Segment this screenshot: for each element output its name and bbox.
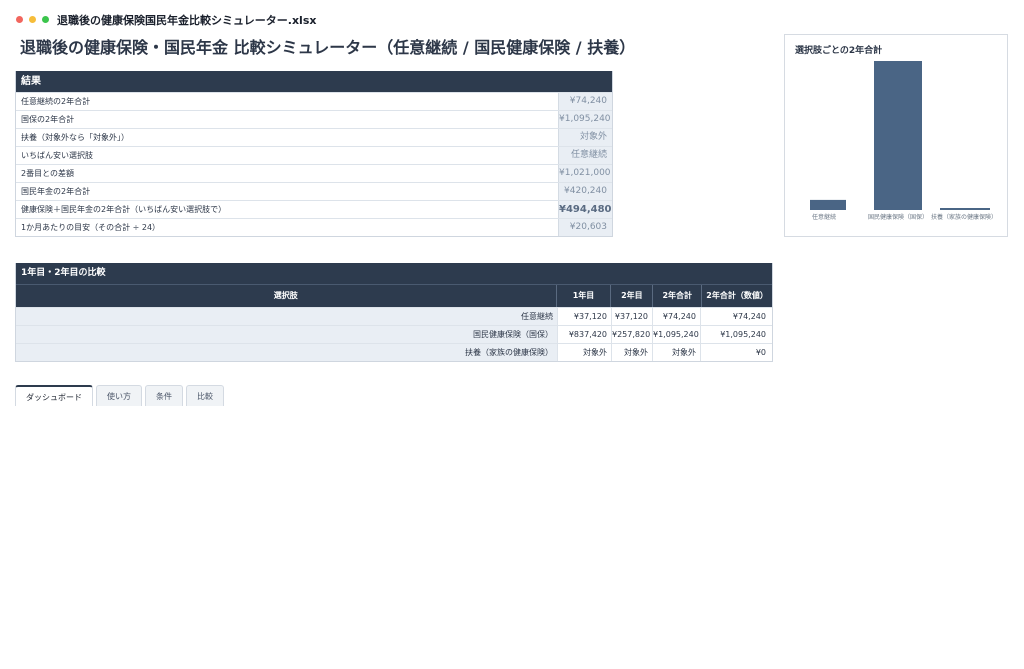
results-value[interactable]: ¥1,095,240 [558, 111, 612, 128]
title-bar: 退職後の健康保険国民年金比較シミュレーター.xlsx [0, 10, 1024, 30]
tab-dashboard[interactable]: ダッシュボード [15, 385, 93, 406]
bar-chart: 任意継続 国民健康保険（国保） 扶養（家族の健康保険） [810, 61, 997, 221]
table-row: 扶養（家族の健康保険） 対象外 対象外 対象外 ¥0 [16, 343, 772, 361]
results-label: 国民年金の2年合計 [21, 187, 91, 196]
table-cell[interactable]: ¥0 [700, 344, 770, 361]
results-row: 任意継続の2年合計 ¥74,240 [16, 92, 612, 110]
results-label: 健康保険＋国民年金の2年合計（いちばん安い選択肢で） [21, 205, 227, 214]
results-label: 1か月あたりの目安（その合計 ÷ 24） [21, 223, 161, 232]
minimize-window-button[interactable] [29, 16, 36, 23]
table-cell[interactable]: 対象外 [611, 344, 652, 361]
table-cell[interactable]: ¥37,120 [611, 308, 652, 325]
table-cell[interactable]: 国民健康保険（国保） [16, 326, 557, 343]
results-value-total[interactable]: ¥494,480 [558, 201, 612, 218]
results-value[interactable]: 対象外 [558, 129, 612, 146]
sheet-tabs: ダッシュボード 使い方 条件 比較 [15, 385, 227, 406]
table-cell[interactable]: ¥1,095,240 [652, 326, 700, 343]
results-header: 結果 [16, 71, 612, 92]
results-table: 結果 任意継続の2年合計 ¥74,240 国保の2年合計 ¥1,095,240 … [15, 71, 613, 237]
results-value[interactable]: ¥74,240 [558, 93, 612, 110]
results-value[interactable]: ¥1,021,000 [558, 165, 612, 182]
results-label: 国保の2年合計 [21, 115, 75, 124]
table-cell[interactable]: ¥37,120 [557, 308, 611, 325]
results-row: 国保の2年合計 ¥1,095,240 [16, 110, 612, 128]
table-cell[interactable]: 扶養（家族の健康保険） [16, 344, 557, 361]
column-header: 2年合計（数値） [701, 285, 772, 307]
chart-panel[interactable]: 選択肢ごとの2年合計 任意継続 国民健康保険（国保） 扶養（家族の健康保険） [784, 34, 1008, 237]
results-row: 2番目との差額 ¥1,021,000 [16, 164, 612, 182]
table-cell[interactable]: ¥257,820 [611, 326, 652, 343]
results-row: 国民年金の2年合計 ¥420,240 [16, 182, 612, 200]
table-cell[interactable]: ¥837,420 [557, 326, 611, 343]
table-cell[interactable]: ¥1,095,240 [700, 326, 770, 343]
tab-usage[interactable]: 使い方 [96, 385, 142, 406]
x-tick-label: 扶養（家族の健康保険） [931, 213, 997, 221]
column-header: 1年目 [555, 285, 611, 307]
column-header: 2年目 [610, 285, 652, 307]
comparison-header: 1年目・2年目の比較 [16, 263, 772, 284]
results-label: 扶養（対象外なら「対象外」） [21, 133, 129, 142]
results-value[interactable]: ¥420,240 [558, 183, 612, 200]
tab-conditions[interactable]: 条件 [145, 385, 183, 406]
results-row: 扶養（対象外なら「対象外」） 対象外 [16, 128, 612, 146]
results-value[interactable]: 任意継続 [558, 147, 612, 164]
window-filename: 退職後の健康保険国民年金比較シミュレーター.xlsx [57, 14, 317, 27]
comparison-table: 1年目・2年目の比較 選択肢 1年目 2年目 2年合計 2年合計（数値） 任意継… [15, 263, 773, 362]
table-cell[interactable]: 対象外 [557, 344, 611, 361]
results-row: いちばん安い選択肢 任意継続 [16, 146, 612, 164]
x-tick-label: 国民健康保険（国保） [868, 213, 928, 221]
results-label: いちばん安い選択肢 [21, 151, 93, 160]
close-window-button[interactable] [16, 16, 23, 23]
zoom-window-button[interactable] [42, 16, 49, 23]
results-value[interactable]: ¥20,603 [558, 219, 612, 236]
table-row: 任意継続 ¥37,120 ¥37,120 ¥74,240 ¥74,240 [16, 307, 772, 325]
results-row: 健康保険＋国民年金の2年合計（いちばん安い選択肢で） ¥494,480 [16, 200, 612, 218]
table-cell[interactable]: 任意継続 [16, 308, 557, 325]
results-label: 任意継続の2年合計 [21, 97, 91, 106]
results-label: 2番目との差額 [21, 169, 75, 178]
bar-0[interactable] [810, 199, 846, 210]
table-cell[interactable]: ¥74,240 [700, 308, 770, 325]
bar-1[interactable] [874, 61, 922, 210]
results-row: 1か月あたりの目安（その合計 ÷ 24） ¥20,603 [16, 218, 612, 236]
column-header: 選択肢 [273, 291, 298, 300]
table-row: 国民健康保険（国保） ¥837,420 ¥257,820 ¥1,095,240 … [16, 325, 772, 343]
x-tick-label: 任意継続 [812, 213, 836, 221]
bar-2[interactable] [940, 208, 990, 210]
page-title: 退職後の健康保険・国民年金 比較シミュレーター（任意継続 / 国民健康保険 / … [20, 38, 636, 57]
table-cell[interactable]: ¥74,240 [652, 308, 700, 325]
comparison-column-headers: 選択肢 1年目 2年目 2年合計 2年合計（数値） [16, 284, 772, 307]
column-header: 2年合計 [652, 285, 701, 307]
tab-compare[interactable]: 比較 [186, 385, 224, 406]
table-cell[interactable]: 対象外 [652, 344, 700, 361]
